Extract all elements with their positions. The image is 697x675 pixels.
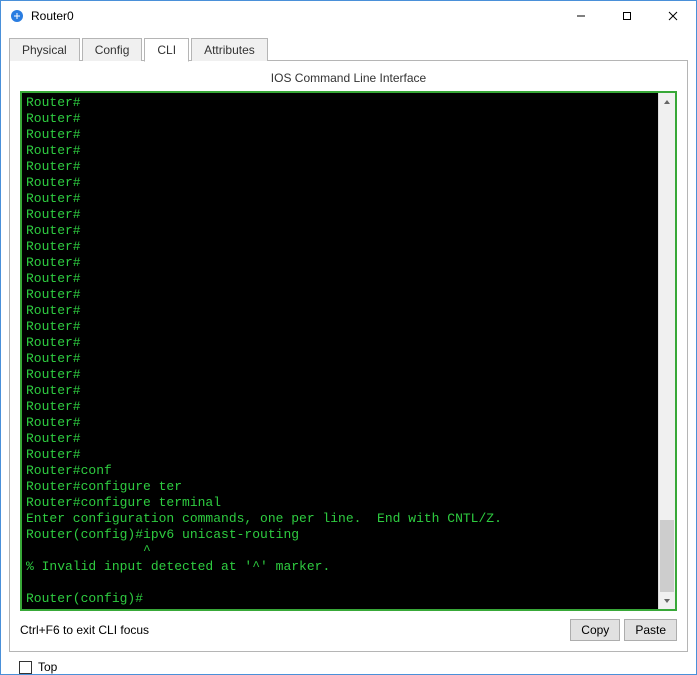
terminal-line: Router# <box>26 415 654 431</box>
terminal-line: Router# <box>26 255 654 271</box>
terminal-line: Router# <box>26 431 654 447</box>
scroll-track[interactable] <box>659 110 675 592</box>
panel-title: IOS Command Line Interface <box>20 71 677 85</box>
terminal-line: Router# <box>26 367 654 383</box>
client-area: Physical Config CLI Attributes IOS Comma… <box>1 31 696 675</box>
terminal-scrollbar[interactable] <box>658 93 675 609</box>
cli-panel: IOS Command Line Interface Router#Router… <box>9 60 688 652</box>
terminal-line: Router# <box>26 127 654 143</box>
close-button[interactable] <box>650 1 696 31</box>
terminal-line: Router#conf <box>26 463 654 479</box>
scroll-thumb[interactable] <box>660 520 674 592</box>
terminal-line: Router# <box>26 159 654 175</box>
tab-config[interactable]: Config <box>82 38 143 61</box>
terminal-line: Router# <box>26 143 654 159</box>
top-checkbox-label: Top <box>38 660 57 674</box>
top-checkbox[interactable]: Top <box>19 660 57 674</box>
window-footer: Top <box>9 652 688 675</box>
terminal-line: Router# <box>26 351 654 367</box>
checkbox-box <box>19 661 32 674</box>
maximize-button[interactable] <box>604 1 650 31</box>
terminal-line: Router#configure terminal <box>26 495 654 511</box>
terminal-line: Router(config)#ipv6 unicast-routing <box>26 527 654 543</box>
cli-hint: Ctrl+F6 to exit CLI focus <box>20 623 149 637</box>
tab-cli[interactable]: CLI <box>144 38 189 62</box>
terminal-line: Router# <box>26 383 654 399</box>
terminal-footer: Ctrl+F6 to exit CLI focus Copy Paste <box>20 619 677 641</box>
terminal-line: ^ <box>26 543 654 559</box>
terminal-line: Router# <box>26 287 654 303</box>
terminal-line: Router# <box>26 95 654 111</box>
minimize-button[interactable] <box>558 1 604 31</box>
window-controls <box>558 1 696 31</box>
terminal-line: Router# <box>26 399 654 415</box>
copy-button[interactable]: Copy <box>570 619 620 641</box>
terminal-line: Router# <box>26 303 654 319</box>
terminal-line: Router# <box>26 335 654 351</box>
terminal-line: Router# <box>26 271 654 287</box>
terminal-line: Enter configuration commands, one per li… <box>26 511 654 527</box>
titlebar: Router0 <box>1 1 696 31</box>
terminal-line: Router# <box>26 447 654 463</box>
terminal-line: Router# <box>26 319 654 335</box>
scroll-down-button[interactable] <box>659 592 675 609</box>
terminal-frame: Router#Router#Router#Router#Router#Route… <box>20 91 677 611</box>
cli-terminal[interactable]: Router#Router#Router#Router#Router#Route… <box>22 93 658 609</box>
tab-bar: Physical Config CLI Attributes <box>9 37 688 61</box>
terminal-line: % Invalid input detected at '^' marker. <box>26 559 654 575</box>
app-icon <box>9 8 25 24</box>
terminal-line: Router#configure ter <box>26 479 654 495</box>
paste-button[interactable]: Paste <box>624 619 677 641</box>
terminal-line: Router# <box>26 175 654 191</box>
terminal-line: Router# <box>26 111 654 127</box>
terminal-line: Router# <box>26 223 654 239</box>
app-window: Router0 Physical Config CLI Attributes I… <box>0 0 697 675</box>
terminal-line: Router# <box>26 239 654 255</box>
terminal-line <box>26 575 654 591</box>
terminal-line: Router# <box>26 207 654 223</box>
tab-attributes[interactable]: Attributes <box>191 38 268 61</box>
scroll-up-button[interactable] <box>659 93 675 110</box>
terminal-line: Router# <box>26 191 654 207</box>
tab-physical[interactable]: Physical <box>9 38 80 61</box>
terminal-container: Router#Router#Router#Router#Router#Route… <box>20 91 677 641</box>
terminal-line: Router(config)# <box>26 591 654 607</box>
window-title: Router0 <box>31 9 74 23</box>
